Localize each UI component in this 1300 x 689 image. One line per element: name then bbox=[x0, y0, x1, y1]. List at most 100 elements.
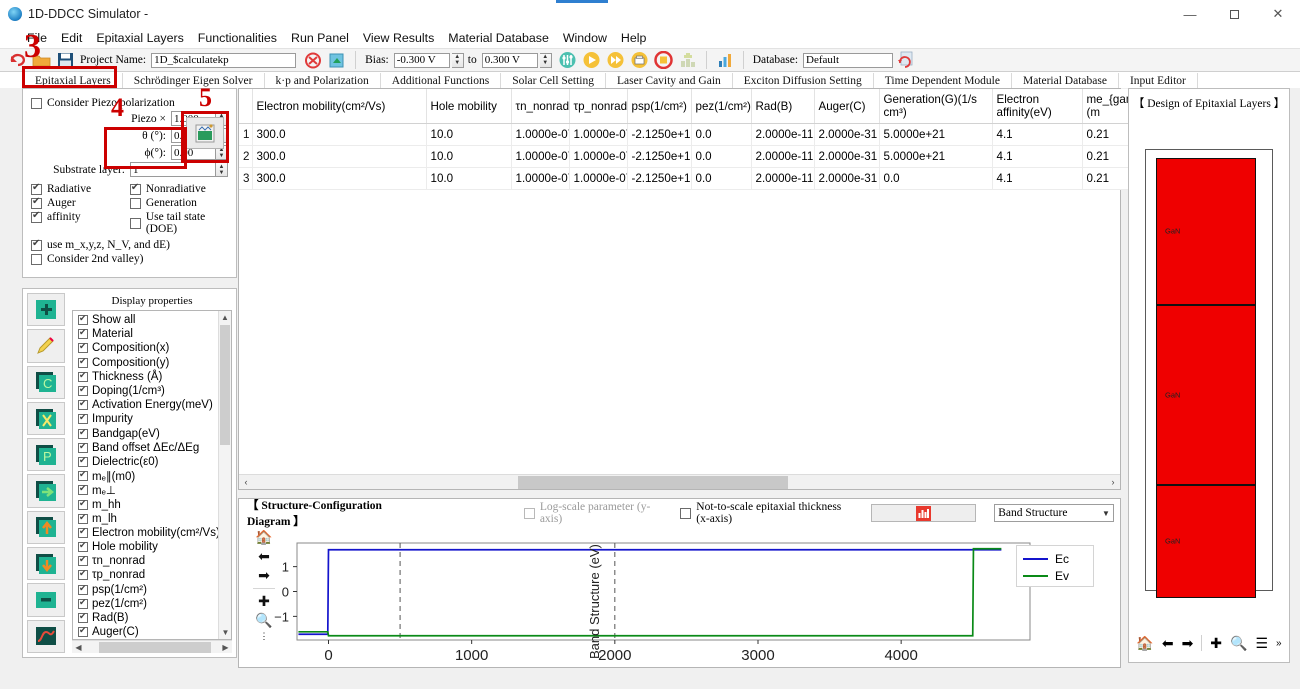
maximize-button[interactable] bbox=[1212, 0, 1256, 28]
generation-checkbox[interactable]: Generation bbox=[129, 197, 228, 209]
table-cell[interactable]: 10.0 bbox=[426, 167, 512, 190]
table-column-header[interactable]: Generation(G)(1/s cm³) bbox=[879, 89, 993, 124]
zoom-icon[interactable]: 🔍 bbox=[1230, 635, 1247, 652]
table-cell[interactable]: 1.0000e-07 bbox=[569, 167, 628, 190]
pan-icon[interactable]: ✚ bbox=[258, 593, 270, 610]
pan-icon[interactable]: ✚ bbox=[1210, 635, 1222, 652]
table-cell[interactable]: -2.1250e+13 bbox=[627, 145, 692, 168]
display-property-item[interactable]: mₑ∥(m0) bbox=[76, 469, 229, 483]
hscroll-thumb[interactable] bbox=[99, 641, 211, 653]
table-cell[interactable]: 5.0000e+21 bbox=[879, 123, 993, 146]
database-refresh-icon[interactable] bbox=[895, 50, 917, 71]
close-button[interactable]: ✕ bbox=[1256, 0, 1300, 28]
copy-layer-icon[interactable]: C bbox=[27, 365, 65, 399]
table-column-header[interactable]: pez(1/cm²) bbox=[691, 89, 752, 124]
cut-layer-icon[interactable] bbox=[27, 401, 65, 436]
affinity-checkbox[interactable]: affinity bbox=[31, 210, 116, 223]
home-icon[interactable]: 🏠 bbox=[255, 529, 272, 546]
paste-layer-icon[interactable]: P bbox=[27, 438, 65, 472]
display-property-item[interactable]: mₑ⊥ bbox=[76, 483, 229, 497]
table-cell[interactable]: 1.0000e-07 bbox=[511, 145, 570, 168]
scroll-thumb[interactable] bbox=[220, 325, 230, 445]
display-property-item[interactable]: Impurity bbox=[76, 412, 229, 426]
move-down-icon[interactable] bbox=[27, 547, 65, 581]
table-column-header[interactable]: Electron mobility(cm²/Vs) bbox=[252, 89, 427, 124]
table-scroll-left-icon[interactable]: ‹ bbox=[239, 477, 253, 487]
not-to-scale-checkbox[interactable]: Not-to-scale epitaxial thickness (x-axis… bbox=[680, 501, 852, 525]
table-column-header[interactable]: psp(1/cm²) bbox=[627, 89, 692, 124]
display-property-item[interactable]: Doping(1/cm³) bbox=[76, 384, 229, 398]
more-icon[interactable]: ⋮ bbox=[260, 631, 269, 642]
display-property-item[interactable]: Bandgap(eV) bbox=[76, 427, 229, 441]
home-icon[interactable]: 🏠 bbox=[1136, 635, 1153, 652]
nonradiative-checkbox[interactable]: Nonradiative bbox=[129, 182, 228, 195]
substrate-layer-stepper[interactable]: ▲ ▼ bbox=[216, 162, 228, 177]
stop-icon[interactable] bbox=[653, 50, 675, 71]
more-icon[interactable]: » bbox=[1276, 638, 1282, 649]
menu-item-epitaxial-layers[interactable]: Epitaxial Layers bbox=[89, 30, 190, 46]
menu-item-window[interactable]: Window bbox=[556, 30, 614, 46]
table-row[interactable]: 2 300.0 10.0 1.0000e-07 1.0000e-07 -2.1250e+1… bbox=[239, 145, 1173, 168]
display-property-item[interactable]: m_hh bbox=[76, 497, 229, 511]
table-column-header[interactable]: Hole mobility bbox=[426, 89, 512, 124]
table-cell[interactable]: -2.1250e+13 bbox=[627, 123, 692, 146]
run-fast-icon[interactable] bbox=[605, 50, 627, 71]
bias-to-stepper[interactable]: ▲ ▼ bbox=[539, 52, 552, 68]
table-cell[interactable]: 1.0000e-07 bbox=[511, 167, 570, 190]
forward-arrow-icon[interactable]: ➡ bbox=[258, 567, 270, 584]
display-property-item[interactable]: psp(1/cm²) bbox=[76, 583, 229, 597]
display-property-item[interactable]: τp_nonrad bbox=[76, 568, 229, 582]
minimize-button[interactable]: — bbox=[1168, 0, 1212, 28]
project-name-input[interactable] bbox=[151, 52, 297, 68]
log-scale-checkbox[interactable]: Log-scale parameter (y-axis) bbox=[523, 501, 652, 525]
consider-2nd-valley-checkbox[interactable]: Consider 2nd valley) bbox=[31, 253, 228, 265]
table-cell[interactable]: 5.0000e+21 bbox=[879, 145, 993, 168]
epitaxial-layer-stack[interactable]: GaN GaN GaN bbox=[1145, 149, 1273, 598]
table-column-header[interactable]: Electron affinity(eV) bbox=[992, 89, 1083, 124]
display-property-item[interactable]: Hole mobility bbox=[76, 540, 229, 554]
display-property-item[interactable]: Band offset ΔEc/ΔEg bbox=[76, 441, 229, 455]
epitaxial-layer[interactable]: GaN bbox=[1156, 158, 1256, 305]
plot-type-select[interactable]: Band Structure ▼ bbox=[994, 504, 1114, 522]
display-property-item[interactable]: Composition(x) bbox=[76, 341, 229, 355]
table-row[interactable]: 1 300.0 10.0 1.0000e-07 1.0000e-07 -2.1250e+1… bbox=[239, 123, 1173, 146]
scroll-down-icon[interactable]: ▼ bbox=[219, 626, 231, 639]
scroll-up-icon[interactable]: ▲ bbox=[219, 311, 231, 324]
table-cell[interactable]: 2.0000e-31 bbox=[814, 167, 880, 190]
table-cell[interactable]: 4.1 bbox=[992, 123, 1083, 146]
menu-item-functionalities[interactable]: Functionalities bbox=[191, 30, 284, 46]
display-property-item[interactable]: τn_nonrad bbox=[76, 554, 229, 568]
table-cell[interactable]: 0.0 bbox=[691, 123, 752, 146]
table-cell[interactable]: 1.0000e-07 bbox=[569, 145, 628, 168]
table-column-header[interactable]: Auger(C) bbox=[814, 89, 880, 124]
display-properties-list[interactable]: Show allMaterialComposition(x)Compositio… bbox=[72, 310, 232, 640]
move-up-icon[interactable] bbox=[27, 510, 65, 545]
table-cell[interactable]: 300.0 bbox=[252, 145, 427, 168]
table-cell[interactable]: 300.0 bbox=[252, 123, 427, 146]
hscroll-track[interactable] bbox=[85, 641, 219, 653]
refresh-icon[interactable] bbox=[302, 50, 324, 71]
table-cell[interactable]: 1.0000e-07 bbox=[569, 123, 628, 146]
table-hscrollbar[interactable]: ‹ › bbox=[239, 474, 1120, 489]
display-property-item[interactable]: Dielectric(ε0) bbox=[76, 455, 229, 469]
display-property-item[interactable]: Rad(B) bbox=[76, 611, 229, 625]
menu-item-edit[interactable]: Edit bbox=[54, 30, 89, 46]
table-hscroll-track[interactable] bbox=[253, 475, 1106, 489]
table-cell[interactable]: 0.0 bbox=[691, 167, 752, 190]
import-icon[interactable] bbox=[326, 50, 348, 71]
database-input[interactable] bbox=[803, 52, 894, 68]
display-property-item[interactable]: Show all bbox=[76, 313, 229, 327]
table-cell[interactable]: 2.0000e-31 bbox=[814, 145, 880, 168]
run-icon[interactable] bbox=[581, 50, 603, 71]
table-cell[interactable]: 2.0000e-11 bbox=[751, 145, 815, 168]
epitaxial-layer[interactable]: GaN bbox=[1156, 484, 1256, 598]
mix-icon[interactable] bbox=[557, 50, 579, 71]
display-property-item[interactable]: Composition(y) bbox=[76, 356, 229, 370]
scroll-right-icon[interactable]: ▶ bbox=[219, 643, 232, 652]
plot-curve-icon[interactable] bbox=[27, 619, 65, 653]
table-scroll-right-icon[interactable]: › bbox=[1106, 477, 1120, 487]
table-cell[interactable]: 300.0 bbox=[252, 167, 427, 190]
menu-item-material-database[interactable]: Material Database bbox=[441, 30, 556, 46]
back-arrow-icon[interactable]: ⬅ bbox=[1162, 635, 1174, 652]
epitaxial-layer[interactable]: GaN bbox=[1156, 304, 1256, 485]
